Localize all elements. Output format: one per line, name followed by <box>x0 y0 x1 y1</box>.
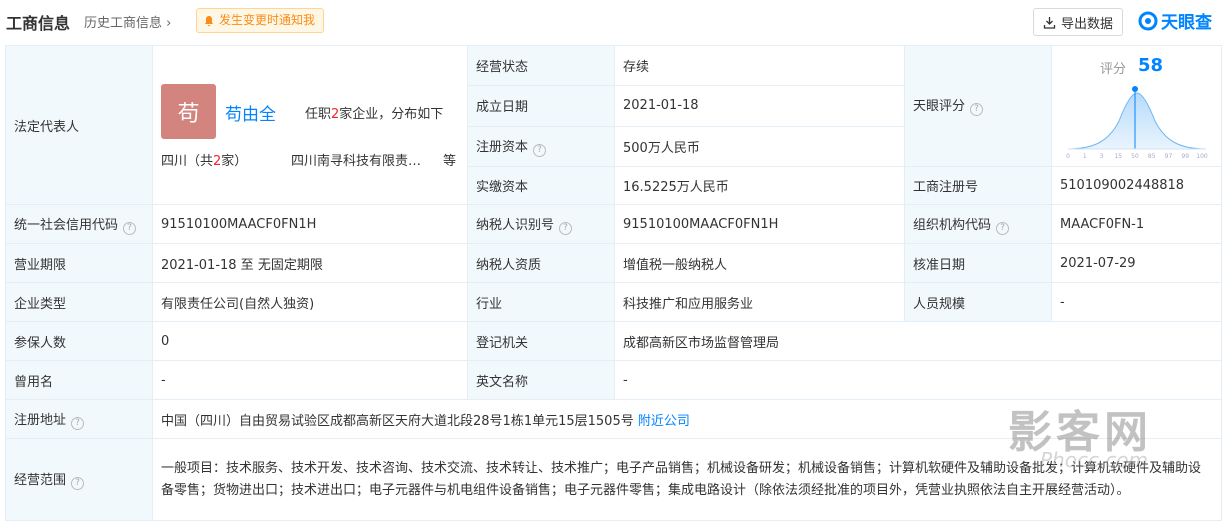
brand-logo: 天眼查 <box>1138 8 1212 33</box>
term-value: 2021-01-18 至 无固定期限 <box>152 243 468 283</box>
score-label: 天眼评分 <box>913 99 966 115</box>
authority-value: 成都高新区市场监督管理局 <box>614 321 1222 361</box>
help-icon[interactable]: ? <box>559 221 573 235</box>
english-name-label: 英文名称 <box>467 360 615 400</box>
industry-label: 行业 <box>467 282 615 322</box>
org-code-value: MAACF0FN-1 <box>1051 204 1222 244</box>
legal-rep-name[interactable]: 苟由全 <box>225 100 276 125</box>
type-label: 企业类型 <box>5 282 153 322</box>
address-value: 中国（四川）自由贸易试验区成都高新区天府大道北段28号1栋1单元15层1505号 <box>161 413 634 429</box>
approval-value: 2021-07-29 <box>1051 243 1222 283</box>
reg-no-value: 510109002448818 <box>1051 165 1222 206</box>
taxpayer-id-value: 91510100MAACF0FN1H <box>614 204 905 244</box>
credit-code-label: 统一社会信用代码 <box>14 217 119 233</box>
reg-capital-value: 500万人民币 <box>614 125 905 167</box>
score-bell-curve: 0 1 3 15 50 85 97 99 100 <box>1066 85 1208 160</box>
help-icon[interactable]: ? <box>996 221 1010 235</box>
header-bar: 工商信息 历史工商信息 › 发生变更时通知我 导出数据 天眼查 <box>0 0 1225 44</box>
help-icon[interactable]: ? <box>970 103 984 117</box>
score-label-cell: 天眼评分? <box>904 45 1052 167</box>
help-icon[interactable]: ? <box>123 221 137 235</box>
credit-code-value: 91510100MAACF0FN1H <box>152 204 468 244</box>
insured-value: 0 <box>152 321 468 361</box>
approval-label: 核准日期 <box>904 243 1052 283</box>
scope-label-cell: 经营范围? <box>5 438 153 521</box>
score-axis-tick: 99 <box>1181 153 1189 160</box>
watermark-sub: Phocc.com <box>1040 448 1149 472</box>
staff-value: - <box>1051 282 1222 322</box>
org-code-label-cell: 组织机构代码? <box>904 204 1052 244</box>
paid-capital-value: 16.5225万人民币 <box>614 165 905 206</box>
score-axis-tick: 0 <box>1066 153 1070 160</box>
notify-label: 发生变更时通知我 <box>219 13 316 27</box>
status-label: 经营状态 <box>467 44 615 87</box>
nearby-companies-link[interactable]: 附近公司 <box>638 414 690 429</box>
reg-capital-label-cell: 注册资本? <box>467 125 615 167</box>
score-axis-tick: 97 <box>1165 153 1173 160</box>
legal-rep-cell: 苟 苟由全 任职2家企业，分布如下 四川（共2家） 四川南寻科技有限责… 等 <box>152 45 468 205</box>
industry-value: 科技推广和应用服务业 <box>614 282 905 322</box>
history-link[interactable]: 历史工商信息 › <box>84 12 171 31</box>
related-company[interactable]: 四川南寻科技有限责… <box>291 150 421 169</box>
former-name-value: - <box>152 360 468 400</box>
reg-capital-label: 注册资本 <box>476 139 529 155</box>
region-prefix: 四川（共 <box>161 154 214 169</box>
score-cell: 评分 58 0 1 3 15 50 85 97 99 100 <box>1051 45 1222 167</box>
tax-qual-value: 增值税一般纳税人 <box>614 243 905 283</box>
more-link[interactable]: 等 <box>443 150 456 169</box>
org-code-label: 组织机构代码 <box>913 217 992 233</box>
reg-no-label: 工商注册号 <box>904 165 1052 206</box>
paid-capital-label: 实缴资本 <box>467 165 615 206</box>
score-caption: 评分 <box>1100 61 1127 77</box>
credit-code-label-cell: 统一社会信用代码? <box>5 204 153 244</box>
tax-qual-label: 纳税人资质 <box>467 243 615 283</box>
help-icon[interactable]: ? <box>71 416 85 430</box>
score-axis-tick: 15 <box>1114 153 1122 160</box>
desc-prefix: 任职 <box>305 107 332 122</box>
term-label: 营业期限 <box>5 243 153 283</box>
former-name-label: 曾用名 <box>5 360 153 400</box>
legal-rep-desc: 任职2家企业，分布如下 <box>305 103 443 122</box>
english-name-value: - <box>614 360 1222 400</box>
score-axis-tick: 100 <box>1196 153 1208 160</box>
status-value: 存续 <box>614 44 905 87</box>
legal-rep-label: 法定代表人 <box>5 45 153 205</box>
history-link-label: 历史工商信息 <box>84 16 163 31</box>
brand-name: 天眼查 <box>1161 13 1212 33</box>
address-label: 注册地址 <box>14 412 67 428</box>
download-icon <box>1043 16 1056 29</box>
bell-icon <box>205 15 213 26</box>
score-axis-tick: 50 <box>1131 153 1139 160</box>
region-suffix: 家） <box>221 154 248 169</box>
address-label-cell: 注册地址? <box>5 399 153 439</box>
score-axis-tick: 1 <box>1083 153 1087 160</box>
help-icon[interactable]: ? <box>71 477 85 490</box>
scope-label: 经营范围 <box>14 473 67 488</box>
section-title: 工商信息 <box>6 14 71 33</box>
export-button[interactable]: 导出数据 <box>1033 8 1123 36</box>
founded-value: 2021-01-18 <box>614 85 905 127</box>
score-axis-tick: 85 <box>1148 153 1156 160</box>
authority-label: 登记机关 <box>467 321 615 361</box>
region-summary: 四川（共2家） <box>161 150 247 169</box>
notify-button[interactable]: 发生变更时通知我 <box>196 8 325 33</box>
tianyancha-logo-icon <box>1138 11 1158 30</box>
export-label: 导出数据 <box>1060 16 1113 32</box>
insured-label: 参保人数 <box>5 321 153 361</box>
desc-suffix: 家企业，分布如下 <box>339 107 444 122</box>
chevron-right-icon: › <box>166 16 172 31</box>
help-icon[interactable]: ? <box>533 143 547 157</box>
score-value: 58 <box>1138 54 1164 76</box>
founded-label: 成立日期 <box>467 85 615 127</box>
taxpayer-id-label: 纳税人识别号 <box>476 217 555 233</box>
staff-label: 人员规模 <box>904 282 1052 322</box>
taxpayer-id-label-cell: 纳税人识别号? <box>467 204 615 244</box>
score-axis-tick: 3 <box>1100 153 1104 160</box>
avatar[interactable]: 苟 <box>161 84 216 139</box>
type-value: 有限责任公司(自然人独资) <box>152 282 468 322</box>
